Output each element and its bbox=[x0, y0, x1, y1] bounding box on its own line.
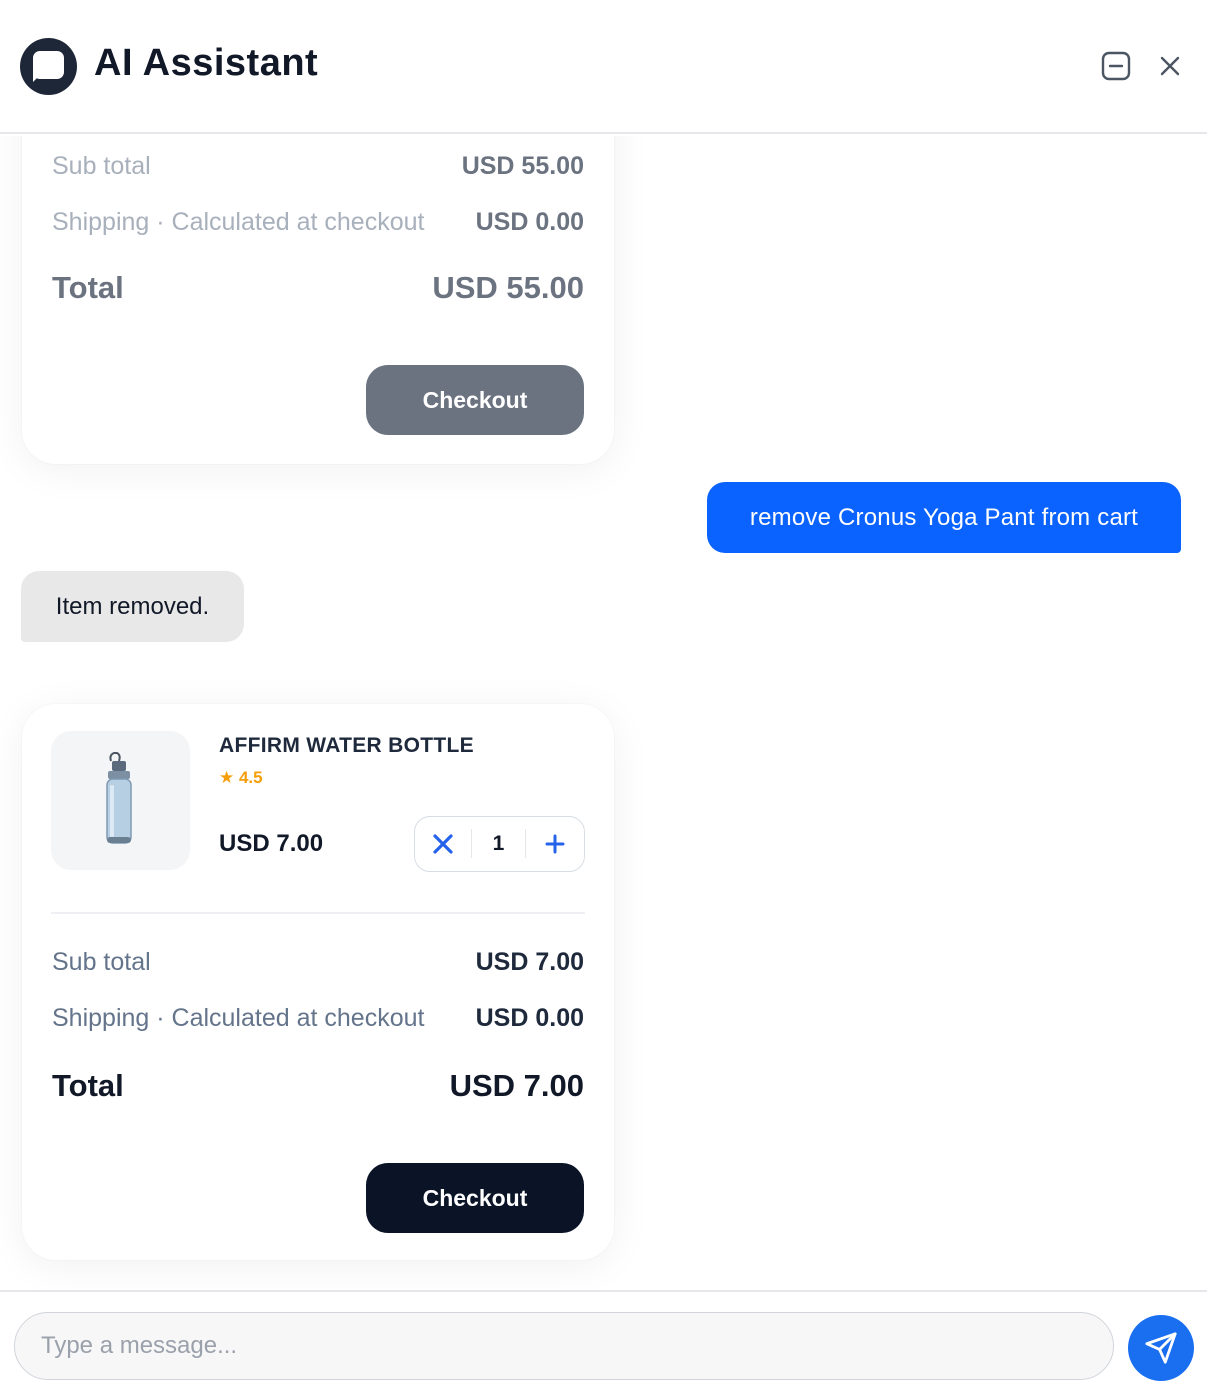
shipping-value: USD 0.00 bbox=[475, 1004, 584, 1032]
chat-messages[interactable]: Sub total USD 55.00 Shipping · Calculate… bbox=[0, 136, 1207, 1290]
message-composer bbox=[0, 1290, 1207, 1392]
chat-title: AI Assistant bbox=[94, 42, 319, 84]
checkout-button[interactable]: Checkout bbox=[366, 1163, 584, 1233]
subtotal-label: Sub total bbox=[52, 152, 151, 180]
remove-icon[interactable] bbox=[415, 817, 471, 870]
total-label: Total bbox=[52, 270, 124, 305]
total-row: Total USD 7.00 bbox=[52, 1068, 584, 1104]
total-row: Total USD 55.00 bbox=[52, 270, 584, 306]
product-rating: ★ 4.5 bbox=[219, 768, 263, 787]
shipping-row: Shipping · Calculated at checkout USD 0.… bbox=[52, 208, 584, 237]
shipping-label: Shipping · Calculated at checkout bbox=[52, 1004, 425, 1032]
quantity-stepper: 1 bbox=[414, 816, 585, 872]
shipping-row: Shipping · Calculated at checkout USD 0.… bbox=[52, 1004, 584, 1033]
cart-card-previous: Sub total USD 55.00 Shipping · Calculate… bbox=[22, 136, 614, 464]
subtotal-row: Sub total USD 7.00 bbox=[52, 948, 584, 977]
product-price: USD 7.00 bbox=[219, 830, 324, 857]
shipping-value: USD 0.00 bbox=[475, 208, 584, 236]
minimize-icon[interactable] bbox=[1100, 50, 1132, 82]
subtotal-label: Sub total bbox=[52, 948, 151, 976]
product-name[interactable]: AFFIRM WATER BOTTLE bbox=[219, 734, 474, 758]
close-icon[interactable] bbox=[1154, 50, 1186, 82]
checkout-button-disabled[interactable]: Checkout bbox=[366, 365, 584, 435]
plus-icon[interactable] bbox=[526, 817, 584, 870]
chat-header: AI Assistant bbox=[0, 0, 1207, 134]
total-value: USD 55.00 bbox=[432, 270, 584, 305]
assistant-message: Item removed. bbox=[21, 571, 244, 642]
subtotal-value: USD 7.00 bbox=[475, 948, 584, 976]
total-value: USD 7.00 bbox=[449, 1068, 584, 1103]
water-bottle-image bbox=[51, 731, 190, 870]
subtotal-row: Sub total USD 55.00 bbox=[52, 152, 584, 181]
send-icon[interactable] bbox=[1128, 1315, 1194, 1381]
user-message: remove Cronus Yoga Pant from cart bbox=[707, 482, 1181, 553]
shipping-label: Shipping · Calculated at checkout bbox=[52, 208, 425, 236]
divider bbox=[51, 912, 585, 914]
total-label: Total bbox=[52, 1068, 124, 1103]
quantity-value: 1 bbox=[471, 829, 526, 858]
message-input[interactable] bbox=[14, 1312, 1114, 1380]
cart-card-current: AFFIRM WATER BOTTLE ★ 4.5 USD 7.00 1 Sub… bbox=[22, 704, 614, 1260]
subtotal-value: USD 55.00 bbox=[461, 152, 584, 180]
chat-bubble-icon bbox=[20, 38, 77, 95]
